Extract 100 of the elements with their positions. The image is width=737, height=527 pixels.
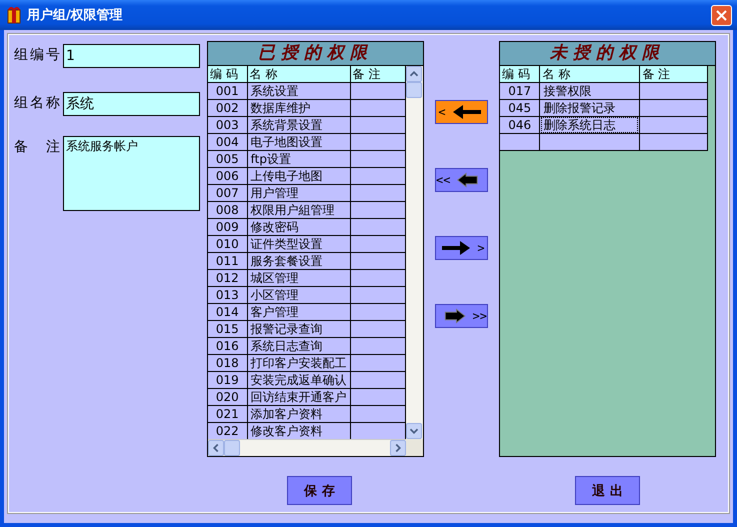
move-button[interactable]: > [435,236,488,260]
code-cell[interactable]: 019 [208,371,248,388]
name-cell[interactable]: 接警权限 [541,83,638,98]
move-button[interactable]: << [435,168,488,192]
code-cell[interactable]: 002 [208,99,248,116]
note-cell[interactable] [350,150,406,167]
code-cell[interactable]: 013 [208,286,248,303]
column-header[interactable]: 备 注 [350,66,406,82]
name-cell[interactable]: 数据库维护 [248,100,349,115]
note-cell[interactable] [640,99,708,116]
close-icon [716,10,727,20]
code-cell[interactable]: 005 [208,150,248,167]
code-cell[interactable]: 007 [208,184,248,201]
code-cell[interactable]: 014 [208,303,248,320]
column-header[interactable]: 名 称 [540,66,640,82]
name-cell[interactable]: 上传电子地图 [248,168,349,183]
name-cell[interactable]: 证件类型设置 [248,236,349,251]
name-cell[interactable]: 服务套餐设置 [248,253,349,268]
note-cell[interactable] [350,354,406,371]
column-header[interactable]: 备 注 [640,66,708,82]
blank-row[interactable] [500,133,708,150]
note-cell[interactable] [350,235,406,252]
note-cell[interactable] [350,201,406,218]
footer-button[interactable]: 保 存 [287,476,352,505]
column-header[interactable]: 名 称 [247,66,350,82]
scroll-up-button[interactable] [406,66,422,82]
note-cell[interactable] [350,116,406,133]
code-cell[interactable]: 022 [208,422,248,439]
code-cell[interactable]: 004 [208,133,248,150]
name-cell[interactable]: 添加客户资料 [248,406,349,421]
name-cell[interactable]: 修改密码 [248,219,349,234]
name-cell[interactable]: 修改客户资料 [248,423,349,438]
name-cell[interactable]: 小区管理 [248,287,349,302]
note-cell[interactable] [350,133,406,150]
code-cell[interactable]: 016 [208,337,248,354]
scroll-down-button[interactable] [406,423,422,439]
scroll-right-button[interactable] [390,440,406,456]
name-cell[interactable]: 系统设置 [248,83,349,98]
note-cell[interactable] [350,405,406,422]
name-cell[interactable]: 删除报警记录 [541,100,638,115]
note-cell[interactable] [640,82,708,99]
name-cell[interactable]: 系统日志查询 [248,338,349,353]
code-cell[interactable]: 012 [208,269,248,286]
name-cell[interactable]: 客户管理 [248,304,349,319]
note-cell[interactable] [350,99,406,116]
app-icon [6,6,22,24]
name-cell[interactable]: 权限用户組管理 [248,202,349,217]
code-cell[interactable]: 020 [208,388,248,405]
name-cell[interactable]: 删除系统日志 [541,117,638,132]
footer-button[interactable]: 退 出 [575,476,640,505]
note-cell[interactable] [640,116,708,133]
code-cell[interactable]: 011 [208,252,248,269]
code-cell[interactable]: 003 [208,116,248,133]
name-cell[interactable]: 报警记录查询 [248,321,349,336]
code-cell[interactable]: 010 [208,235,248,252]
column-header[interactable]: 编 码 [500,66,540,82]
code-cell[interactable]: 017 [500,82,540,99]
code-cell[interactable]: 001 [208,82,248,99]
code-cell[interactable]: 046 [500,116,540,133]
field-label: 组编号 [14,46,60,65]
name-cell[interactable]: 系统背景设置 [248,117,349,132]
vertical-scrollbar[interactable] [406,66,423,439]
note-cell[interactable] [350,184,406,201]
note-cell[interactable] [350,218,406,235]
note-cell[interactable] [350,269,406,286]
code-cell[interactable]: 008 [208,201,248,218]
note-cell[interactable] [350,371,406,388]
name-cell[interactable]: 回访结束开通客户 [248,389,349,404]
note-cell[interactable] [350,303,406,320]
note-cell[interactable] [350,82,406,99]
move-button[interactable]: < [435,100,488,124]
code-cell[interactable]: 006 [208,167,248,184]
scroll-thumb[interactable] [224,440,240,456]
name-cell[interactable]: 安装完成返单确认 [248,372,349,387]
code-cell[interactable]: 015 [208,320,248,337]
scroll-thumb[interactable] [406,82,422,98]
move-button[interactable]: >> [435,304,488,328]
name-cell[interactable]: 打印客户安装配工 [248,355,349,370]
note-cell[interactable] [350,286,406,303]
name-cell[interactable]: 城区管理 [248,270,349,285]
notes-field[interactable]: 系统服务帐户 [63,136,200,211]
note-cell[interactable] [350,388,406,405]
code-cell[interactable]: 021 [208,405,248,422]
input-field[interactable]: 1 [63,44,200,68]
code-cell[interactable]: 018 [208,354,248,371]
note-cell[interactable] [350,252,406,269]
note-cell[interactable] [350,167,406,184]
name-cell[interactable]: 电子地图设置 [248,134,349,149]
horizontal-scrollbar[interactable] [208,439,406,456]
note-cell[interactable] [350,337,406,354]
note-cell[interactable] [350,320,406,337]
input-field[interactable]: 系统 [63,92,200,116]
name-cell[interactable]: 用户管理 [248,185,349,200]
code-cell[interactable]: 009 [208,218,248,235]
scroll-left-button[interactable] [208,440,224,456]
name-cell[interactable]: ftp设置 [248,151,349,166]
close-button[interactable] [711,4,732,26]
column-header[interactable]: 编 码 [208,66,248,82]
note-cell[interactable] [350,422,406,439]
code-cell[interactable]: 045 [500,99,540,116]
